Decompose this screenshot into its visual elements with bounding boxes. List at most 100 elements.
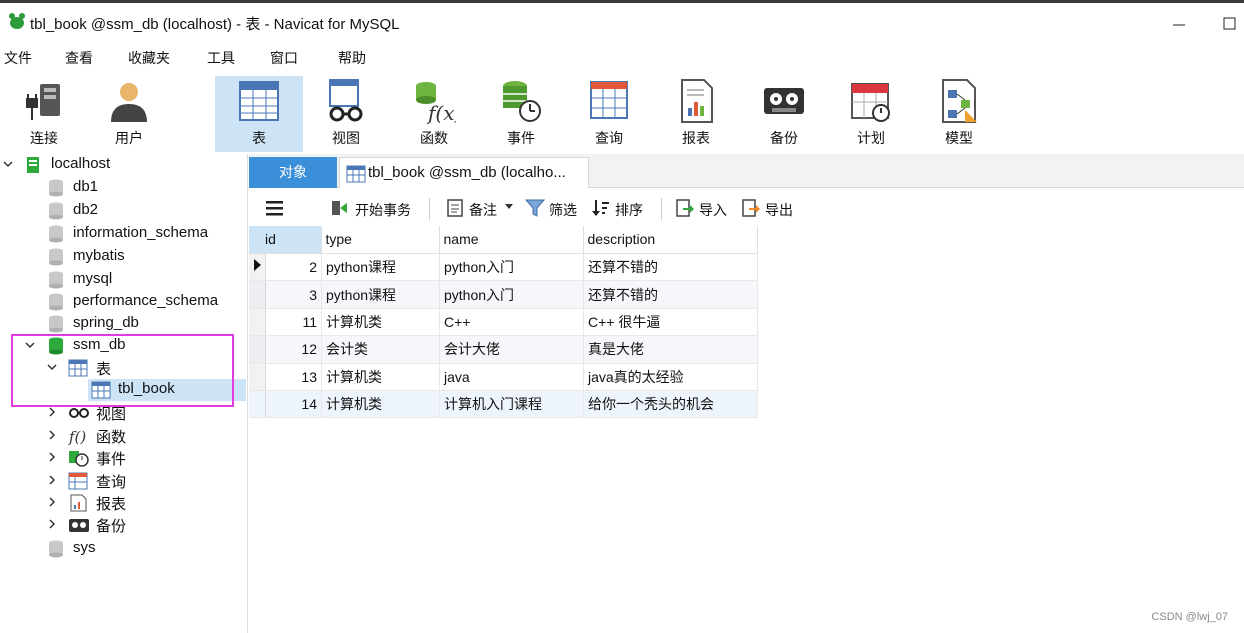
row-indicator[interactable] — [249, 390, 266, 419]
tree-group-functions[interactable]: f() 函数 — [0, 425, 246, 447]
tree-database-ssm-db[interactable]: ssm_db — [0, 335, 246, 357]
cell-id[interactable]: 11 — [265, 308, 322, 337]
row-indicator[interactable] — [249, 308, 266, 337]
toolbar-report-button[interactable]: 报表 — [652, 76, 740, 152]
cell-description[interactable]: 给你一个秃头的机会 — [583, 390, 758, 419]
tree-database[interactable]: information_schema — [0, 223, 246, 245]
tab-tbl-book[interactable]: tbl_book @ssm_db (localho... — [339, 157, 589, 188]
tree-database[interactable]: spring_db — [0, 313, 246, 335]
tree-database[interactable]: sys — [0, 538, 246, 560]
tree-group-views[interactable]: 视图 — [0, 402, 246, 424]
toolbar-function-button[interactable]: f(x) 函数 — [390, 76, 478, 152]
tree-label: 函数 — [96, 429, 127, 446]
sort-button[interactable]: 排序 — [591, 196, 649, 220]
column-header-name[interactable]: name — [439, 226, 584, 254]
tree-database[interactable]: mybatis — [0, 246, 246, 268]
menu-view[interactable]: 查看 — [65, 48, 93, 68]
toolbar-model-button[interactable]: 模型 — [915, 76, 1003, 152]
table-row[interactable]: 13 计算机类 java java真的太经验 — [249, 363, 758, 391]
tree-database[interactable]: performance_schema — [0, 291, 246, 313]
cell-type[interactable]: 会计类 — [321, 335, 440, 364]
tree-label: information_schema — [73, 224, 209, 241]
tree-database[interactable]: db1 — [0, 177, 246, 199]
tree-group-events[interactable]: 事件 — [0, 447, 246, 469]
export-button[interactable]: 导出 — [741, 196, 797, 220]
cell-description[interactable]: 还算不错的 — [583, 253, 758, 282]
cell-name[interactable]: C++ — [439, 308, 584, 337]
toolbar-schedule-button[interactable]: 计划 — [827, 76, 915, 152]
import-button[interactable]: 导入 — [675, 196, 731, 220]
toolbar-query-button[interactable]: 查询 — [565, 76, 653, 152]
tree-group-backups[interactable]: 备份 — [0, 514, 246, 536]
comment-button[interactable]: 备注 — [445, 196, 517, 220]
cell-name[interactable]: python入门 — [439, 253, 584, 282]
tab-objects[interactable]: 对象 — [249, 157, 337, 188]
cell-id[interactable]: 2 — [265, 253, 322, 282]
row-indicator[interactable] — [249, 280, 266, 309]
toolbar-event-button[interactable]: 事件 — [477, 76, 565, 152]
cell-type[interactable]: 计算机类 — [321, 363, 440, 391]
menu-help[interactable]: 帮助 — [338, 48, 366, 68]
cell-id[interactable]: 14 — [265, 390, 322, 419]
cell-id[interactable]: 13 — [265, 363, 322, 391]
cell-description[interactable]: 还算不错的 — [583, 280, 758, 309]
menu-tools[interactable]: 工具 — [207, 48, 235, 68]
cell-description[interactable]: java真的太经验 — [583, 363, 758, 391]
cell-type[interactable]: 计算机类 — [321, 390, 440, 419]
tree-label: 视图 — [96, 406, 127, 423]
export-icon — [742, 199, 760, 217]
tree-connection-localhost[interactable]: localhost — [0, 154, 246, 176]
function-icon: f() — [68, 428, 86, 445]
table-row[interactable]: 3 python课程 python入门 还算不错的 — [249, 280, 758, 309]
row-indicator[interactable] — [249, 363, 266, 391]
maximize-button[interactable] — [1218, 9, 1242, 37]
table-row[interactable]: 12 会计类 会计大佬 真是大佬 — [249, 335, 758, 364]
begin-transaction-button[interactable]: 开始事务 — [329, 196, 421, 220]
export-label: 导出 — [765, 202, 793, 218]
minimize-button[interactable] — [1165, 9, 1193, 37]
tree-label: db2 — [73, 201, 99, 218]
table-icon — [239, 81, 279, 121]
table-row[interactable]: 14 计算机类 计算机入门课程 给你一个秃头的机会 — [249, 390, 758, 419]
sort-icon — [592, 200, 609, 216]
table-row[interactable]: 2 python课程 python入门 还算不错的 — [249, 253, 758, 282]
cell-id[interactable]: 12 — [265, 335, 322, 364]
cell-type[interactable]: python课程 — [321, 280, 440, 309]
cell-name[interactable]: 计算机入门课程 — [439, 390, 584, 419]
cell-description[interactable]: C++ 很牛逼 — [583, 308, 758, 337]
hamburger-icon — [266, 201, 283, 216]
tree-database[interactable]: mysql — [0, 269, 246, 291]
cell-description[interactable]: 真是大佬 — [583, 335, 758, 364]
row-indicator[interactable] — [249, 253, 266, 282]
toolbar-table-button[interactable]: 表 — [215, 76, 303, 152]
cell-name[interactable]: python入门 — [439, 280, 584, 309]
menu-file[interactable]: 文件 — [4, 48, 32, 68]
toolbar-view-button[interactable]: 视图 — [302, 76, 390, 152]
chevron-down-icon — [47, 364, 57, 371]
tree-group-reports[interactable]: 报表 — [0, 492, 246, 514]
import-label: 导入 — [699, 202, 727, 218]
cell-name[interactable]: java — [439, 363, 584, 391]
menu-window[interactable]: 窗口 — [270, 48, 298, 68]
row-indicator[interactable] — [249, 335, 266, 364]
cell-name[interactable]: 会计大佬 — [439, 335, 584, 364]
filter-button[interactable]: 筛选 — [525, 196, 581, 220]
toolbar-user-button[interactable]: 用户 — [85, 76, 173, 152]
toolbar-backup-button[interactable]: 备份 — [740, 76, 828, 152]
menu-favorites[interactable]: 收藏夹 — [128, 48, 170, 68]
cell-type[interactable]: 计算机类 — [321, 308, 440, 337]
menu-button[interactable] — [265, 196, 287, 220]
tree-group-tables[interactable]: 表 — [0, 357, 246, 379]
tree-group-queries[interactable]: 查询 — [0, 470, 246, 492]
cell-id[interactable]: 3 — [265, 280, 322, 309]
tree-database[interactable]: db2 — [0, 200, 246, 222]
table-row[interactable]: 11 计算机类 C++ C++ 很牛逼 — [249, 308, 758, 337]
column-header-type[interactable]: type — [321, 226, 440, 254]
cell-type[interactable]: python课程 — [321, 253, 440, 282]
minimize-icon — [1173, 24, 1185, 26]
column-header-description[interactable]: description — [583, 226, 758, 254]
tree-table-tbl-book[interactable]: tbl_book — [88, 379, 246, 401]
column-header-id[interactable]: id — [249, 226, 322, 254]
query-icon — [68, 472, 88, 490]
toolbar-connection-button[interactable]: 连接 — [0, 76, 88, 152]
